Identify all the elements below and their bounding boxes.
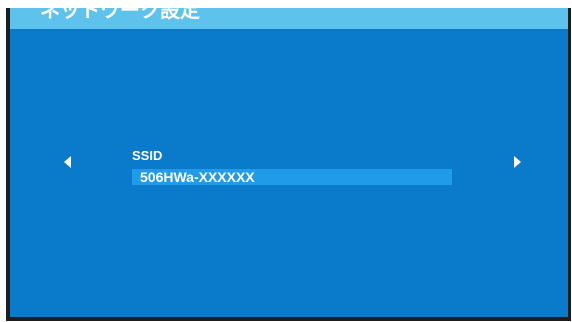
previous-arrow-icon[interactable] [64,156,71,168]
next-arrow-icon[interactable] [514,156,521,168]
network-settings-screen: ネットワーク設定 SSID 506HWa-XXXXXX [10,8,568,317]
page-title: ネットワーク設定 [40,8,200,22]
device-frame: ネットワーク設定 SSID 506HWa-XXXXXX [6,8,571,321]
ssid-value-text: 506HWa-XXXXXX [140,169,255,185]
ssid-value-field[interactable]: 506HWa-XXXXXX [132,169,452,185]
title-bar: ネットワーク設定 [10,8,568,29]
ssid-label: SSID [132,148,163,163]
